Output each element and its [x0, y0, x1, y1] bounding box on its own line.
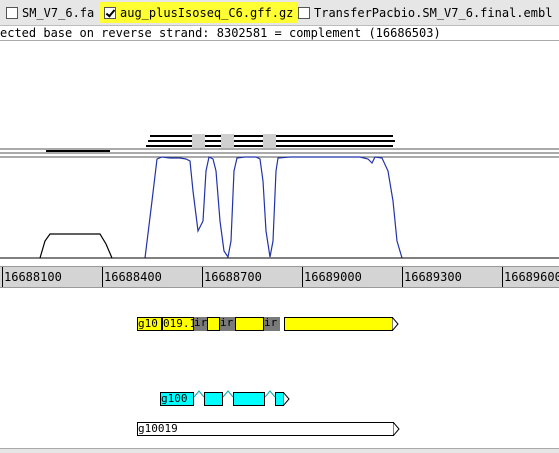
tab-embl-file[interactable]: TransferPacbio.SM_V7_6.final.embl — [294, 2, 556, 23]
intron-gray-segment: ir — [264, 317, 280, 331]
cyan-feature-segment[interactable] — [204, 392, 223, 406]
file-tab-bar: SM_V7_6.fa aug_plusIsoseq_C6.gff.gz Tran… — [0, 0, 559, 26]
yellow-feature-segment[interactable]: g10 — [137, 317, 162, 331]
checkbox-icon[interactable] — [298, 6, 310, 19]
cyan-feature-segment[interactable] — [233, 392, 265, 406]
tab-gff-file[interactable]: aug_plusIsoseq_C6.gff.gz — [100, 2, 298, 23]
tab-label: SM_V7_6.fa — [22, 5, 95, 20]
position-ruler[interactable]: 16688100 16688400 16688700 16689000 1668… — [0, 266, 559, 288]
yellow-feature-segment[interactable]: 019.1 — [162, 317, 194, 331]
feature-label: ir — [194, 317, 207, 329]
tab-label: TransferPacbio.SM_V7_6.final.embl — [314, 5, 553, 20]
tab-label: aug_plusIsoseq_C6.gff.gz — [120, 5, 294, 20]
left-coverage-hump — [39, 233, 113, 259]
feature-label: ir — [264, 317, 278, 329]
feature-label: g10 — [138, 317, 158, 330]
ruler-tick: 16689000 — [302, 267, 362, 287]
ruler-tick: 16689600 — [502, 267, 559, 287]
bottom-scrollbar[interactable] — [0, 448, 559, 453]
checkbox-icon[interactable] — [6, 6, 18, 19]
strand-arrow-icon — [392, 317, 399, 331]
ruler-tick: 16688100 — [2, 267, 62, 287]
gene-feature[interactable]: g10019 — [137, 422, 394, 436]
coverage-graph-line — [144, 156, 403, 259]
selection-status-line: ected base on reverse strand: 8302581 = … — [0, 26, 559, 41]
yellow-feature-segment[interactable] — [235, 317, 264, 331]
graph-panel[interactable] — [0, 41, 559, 266]
feature-label: 019.1 — [163, 317, 194, 330]
feature-lines — [0, 134, 559, 158]
strand-arrow-icon — [283, 392, 290, 406]
yellow-feature-segment[interactable] — [284, 317, 393, 331]
feature-label: g10019 — [138, 422, 178, 435]
ruler-tick: 16689300 — [402, 267, 462, 287]
ruler-tick: 16688400 — [102, 267, 162, 287]
strand-arrow-icon — [393, 422, 400, 436]
feature-label: g100 — [161, 392, 188, 405]
intron-gray-segment: ir — [220, 317, 235, 331]
intron-gray-segment: ir — [194, 317, 207, 331]
feature-label: ir — [220, 317, 234, 329]
yellow-feature-segment[interactable] — [207, 317, 220, 331]
cyan-feature-segment[interactable]: g100 — [160, 392, 194, 406]
tab-sequence-file[interactable]: SM_V7_6.fa — [2, 2, 98, 23]
checkbox-checked-icon[interactable] — [104, 6, 116, 19]
ruler-tick: 16688700 — [202, 267, 262, 287]
